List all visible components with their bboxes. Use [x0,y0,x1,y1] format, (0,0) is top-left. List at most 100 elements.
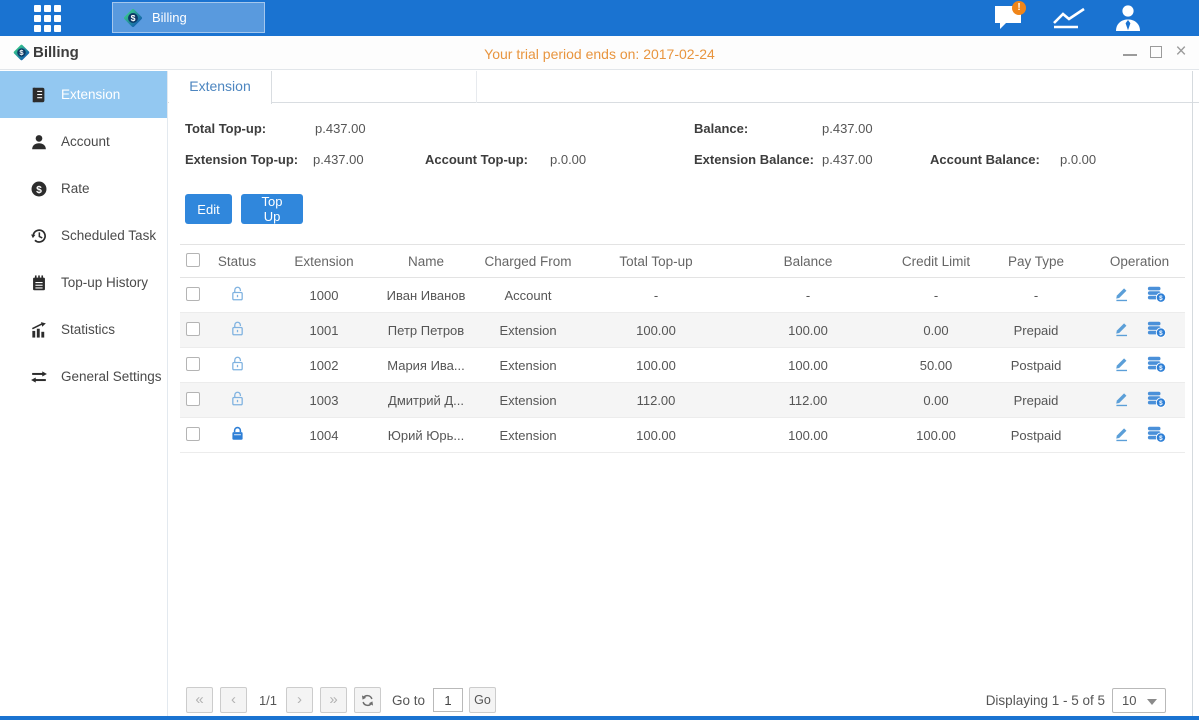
sidebar-item-label: Extension [61,87,120,102]
cell-charged-from: Extension [466,358,590,373]
maximize-button[interactable] [1146,36,1168,70]
cell-name: Петр Петров [386,323,466,338]
col-charged-from: Charged From [466,254,590,269]
col-balance: Balance [722,254,894,269]
table-row[interactable]: 1002 Мария Ива... Extension 100.00 100.0… [180,348,1185,383]
statistics-topbar-icon[interactable] [1052,6,1088,35]
cell-balance: 100.00 [722,323,894,338]
sidebar: Extension Account $ Rate Scheduled Task [0,71,168,716]
last-page-button[interactable]: » [320,687,347,713]
cell-balance: 100.00 [722,358,894,373]
account-balance-value: p.0.00 [1060,152,1096,167]
sidebar-item-general-settings[interactable]: General Settings [0,353,167,400]
cell-name: Дмитрий Д... [386,393,466,408]
goto-label: Go to [392,693,425,708]
topup-row-icon[interactable]: $ [1146,390,1166,411]
cell-credit-limit: 50.00 [894,358,978,373]
cell-name: Юрий Юрь... [386,428,466,443]
table-row[interactable]: 1004 Юрий Юрь... Extension 100.00 100.00… [180,418,1185,453]
cell-name: Иван Иванов [386,288,466,303]
sidebar-item-rate[interactable]: $ Rate [0,165,167,212]
sidebar-item-label: Top-up History [61,275,148,290]
refresh-button[interactable] [354,687,381,713]
goto-page-input[interactable] [433,688,463,712]
sidebar-item-statistics[interactable]: Statistics [0,306,167,353]
prev-page-button[interactable]: ‹ [220,687,247,713]
cell-total-topup: 100.00 [590,428,722,443]
page-size-select[interactable]: 10 [1112,688,1166,713]
table-row[interactable]: 1000 Иван Иванов Account - - - - $ [180,278,1185,313]
close-button[interactable]: × [1170,36,1192,70]
sidebar-item-account[interactable]: Account [0,118,167,165]
go-button[interactable]: Go [469,687,496,713]
taskbar-app-label: Billing [152,10,187,25]
cell-pay-type: Prepaid [978,393,1094,408]
first-page-button[interactable]: « [186,687,213,713]
cell-credit-limit: - [894,288,978,303]
row-checkbox[interactable] [186,392,200,406]
cell-extension: 1004 [262,428,386,443]
total-topup-label: Total Top-up: [185,121,266,136]
edit-row-icon[interactable] [1113,285,1130,305]
account-topup-label: Account Top-up: [425,152,528,167]
tab-strip-separator [476,71,477,103]
table-row[interactable]: 1003 Дмитрий Д... Extension 112.00 112.0… [180,383,1185,418]
table-row[interactable]: 1001 Петр Петров Extension 100.00 100.00… [180,313,1185,348]
cell-extension: 1002 [262,358,386,373]
top-up-button[interactable]: Top Up [241,194,303,224]
sidebar-item-scheduled-task[interactable]: Scheduled Task [0,212,167,259]
trial-notice: Your trial period ends on: 2017-02-24 [0,46,1199,62]
general-settings-icon [30,368,48,386]
svg-text:$: $ [1159,399,1163,406]
account-icon [30,133,48,151]
edit-row-icon[interactable] [1113,320,1130,340]
topup-row-icon[interactable]: $ [1146,320,1166,341]
edit-row-icon[interactable] [1113,355,1130,375]
cell-pay-type: Prepaid [978,323,1094,338]
row-checkbox[interactable] [186,287,200,301]
taskbar-app-tab-billing[interactable]: $ Billing [112,2,265,33]
sidebar-item-extension[interactable]: Extension [0,71,167,118]
minimize-button[interactable] [1120,36,1142,70]
next-page-button[interactable]: › [286,687,313,713]
cell-balance: - [722,288,894,303]
chevron-down-icon [1147,699,1157,705]
topup-history-icon [30,274,48,292]
svg-text:$: $ [1159,364,1163,371]
sidebar-item-topup-history[interactable]: Top-up History [0,259,167,306]
unlocked-icon [229,390,246,407]
window-bottom-border [0,716,1199,720]
topup-row-icon[interactable]: $ [1146,285,1166,306]
messages-icon[interactable]: ! [993,4,1023,35]
cell-credit-limit: 0.00 [894,393,978,408]
edit-row-icon[interactable] [1113,390,1130,410]
locked-icon [229,425,246,442]
sidebar-item-label: Statistics [61,322,115,337]
total-topup-value: p.437.00 [315,121,366,136]
apps-grid-icon[interactable] [34,5,74,32]
extension-balance-value: p.437.00 [822,152,873,167]
cell-pay-type: - [978,288,1094,303]
tab-extension[interactable]: Extension [169,71,272,104]
row-checkbox[interactable] [186,427,200,441]
edit-row-icon[interactable] [1113,425,1130,445]
window-right-border [1192,71,1193,716]
topup-row-icon[interactable]: $ [1146,355,1166,376]
extension-topup-value: p.437.00 [313,152,364,167]
sidebar-item-label: Account [61,134,110,149]
svg-text:$: $ [1159,329,1163,336]
page-indicator: 1/1 [252,693,284,708]
col-status: Status [212,254,262,269]
user-icon[interactable] [1112,3,1144,37]
select-all-checkbox[interactable] [186,253,200,267]
row-checkbox[interactable] [186,322,200,336]
cell-extension: 1003 [262,393,386,408]
row-checkbox[interactable] [186,357,200,371]
edit-button[interactable]: Edit [185,194,232,224]
topup-row-icon[interactable]: $ [1146,425,1166,446]
cell-total-topup: 112.00 [590,393,722,408]
tab-strip: Extension [168,71,1199,103]
displaying-text: Displaying 1 - 5 of 5 [986,693,1105,708]
unlocked-icon [229,355,246,372]
billing-window: $ Billing ! $ [0,0,1199,720]
